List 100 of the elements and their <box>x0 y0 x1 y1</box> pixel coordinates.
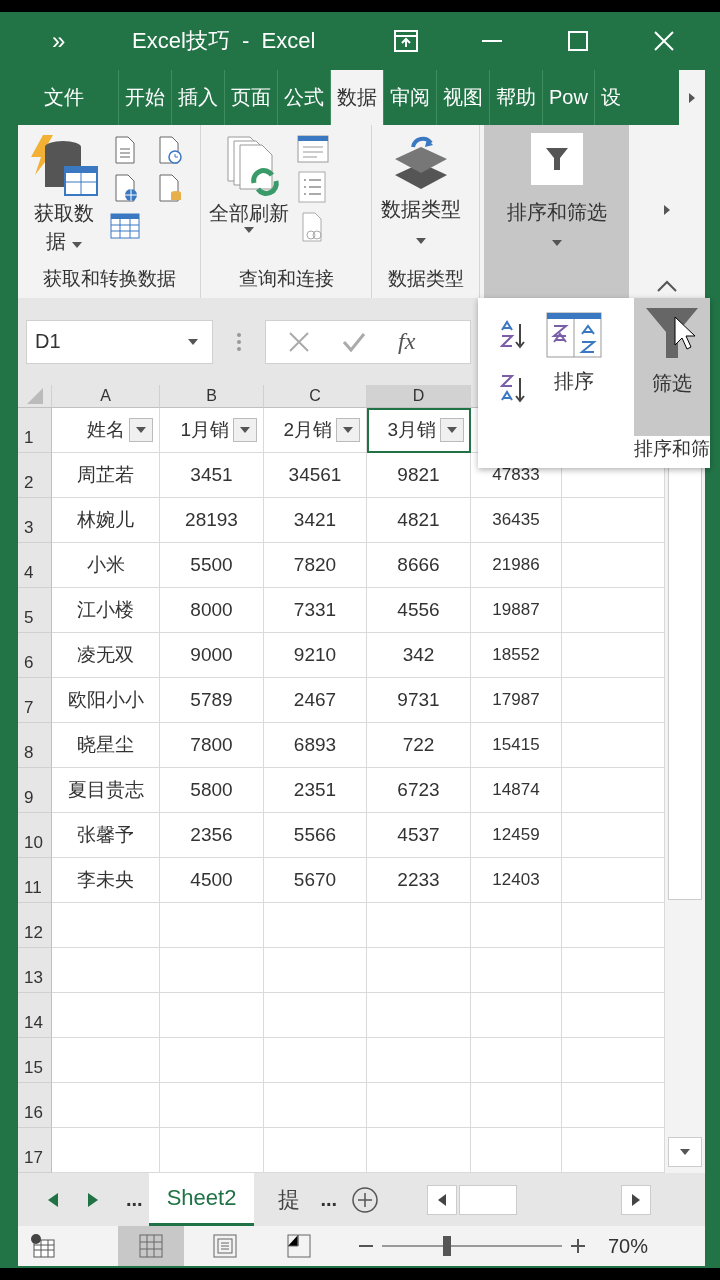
table-cell: 21986 <box>471 543 562 588</box>
caret-icon <box>343 427 353 433</box>
next-sheet-icon[interactable] <box>88 1192 98 1207</box>
filter-icon <box>543 146 570 172</box>
column-header[interactable]: C <box>264 385 367 408</box>
sort-ascending-icon[interactable] <box>500 320 526 350</box>
filter-dropdown[interactable] <box>233 418 257 442</box>
scroll-right-icon[interactable] <box>689 92 695 103</box>
row-header[interactable]: 6 <box>18 633 52 678</box>
table-cell: 4821 <box>367 498 471 543</box>
group-label: 查询和连接 <box>237 267 335 291</box>
zoom-level[interactable]: 70% <box>608 1234 649 1258</box>
table-cell: 9821 <box>367 453 471 498</box>
mouse-cursor-icon <box>674 316 696 350</box>
row-header[interactable]: 12 <box>18 903 52 948</box>
row-header[interactable]: 8 <box>18 723 52 768</box>
macro-icon[interactable] <box>30 1234 56 1258</box>
table-cell: 4500 <box>160 858 264 903</box>
grid-icon <box>139 1234 163 1258</box>
row-header[interactable]: 4 <box>18 543 52 588</box>
row-header[interactable]: 10 <box>18 813 52 858</box>
scroll-right-button[interactable] <box>621 1184 652 1215</box>
table-cell: 12459 <box>471 813 562 858</box>
row-header[interactable]: 3 <box>18 498 52 543</box>
table-cell: 5500 <box>160 543 264 588</box>
sort-descending-icon[interactable] <box>500 374 526 404</box>
data-types-button[interactable]: 数据类型 <box>378 135 464 266</box>
previous-sheet-icon[interactable] <box>48 1192 58 1207</box>
row-header[interactable]: 15 <box>18 1038 52 1083</box>
group-label: 数据类型 <box>386 267 465 291</box>
table-cell: 4556 <box>367 588 471 633</box>
table-cell: 李未央 <box>52 858 160 903</box>
row-header[interactable]: 14 <box>18 993 52 1038</box>
group-label: 获取和转换数据 <box>41 267 177 291</box>
ribbon-tab[interactable]: 数据 <box>330 70 383 125</box>
scrollbar-thumb[interactable] <box>459 1184 518 1215</box>
refresh-all-button[interactable]: 全部刷新 <box>207 135 291 266</box>
ribbon-display-icon[interactable] <box>392 27 420 55</box>
row-header[interactable]: 7 <box>18 678 52 723</box>
table-cell: 18552 <box>471 633 562 678</box>
column-header[interactable]: A <box>52 385 160 408</box>
database-icon <box>29 135 99 199</box>
overflow-menu[interactable]: » <box>52 27 92 55</box>
caret-icon <box>416 238 426 244</box>
row-header[interactable]: 2 <box>18 453 52 498</box>
drag-handle-icon[interactable] <box>237 331 241 352</box>
row-header[interactable]: 1 <box>18 408 52 453</box>
table-cell: 小米 <box>52 543 160 588</box>
left-arrow-icon <box>438 1193 447 1206</box>
column-title: 2月销 <box>283 418 332 442</box>
table-cell: 5566 <box>264 813 367 858</box>
table-cell: 17987 <box>471 678 562 723</box>
zoom-in-icon[interactable] <box>570 1238 586 1254</box>
column-header[interactable]: B <box>160 385 264 408</box>
caret-icon <box>244 227 254 233</box>
column-header[interactable]: D <box>367 385 471 408</box>
group-label: 排序和筛 <box>633 437 710 461</box>
sort-button[interactable]: 排序 <box>540 298 608 436</box>
row-header[interactable]: 9 <box>18 768 52 813</box>
row-header[interactable]: 11 <box>18 858 52 903</box>
table-cell: 9210 <box>264 633 367 678</box>
scroll-right-icon[interactable] <box>664 205 670 215</box>
row-header[interactable]: 5 <box>18 588 52 633</box>
page-icon <box>213 1234 237 1258</box>
caret-icon <box>447 427 457 433</box>
filter-dropdown[interactable] <box>440 418 464 442</box>
sheet-tab[interactable]: Sheet2 <box>148 1173 255 1226</box>
row-header[interactable]: 13 <box>18 948 52 993</box>
sort-filter-group-button[interactable]: 排序和筛选 <box>484 125 629 298</box>
filter-button[interactable]: 筛选 <box>634 298 710 436</box>
table-cell: 3421 <box>264 498 367 543</box>
table-cell: 林婉儿 <box>52 498 160 543</box>
get-data-button[interactable]: 获取数据 <box>24 135 104 266</box>
page-break-icon <box>287 1234 311 1258</box>
scroll-down-button[interactable] <box>668 1137 702 1167</box>
filter-dropdown[interactable] <box>336 418 360 442</box>
column-title: 1月销 <box>180 418 229 442</box>
name-box[interactable]: D1 <box>26 319 213 364</box>
more-sheets[interactable]: ... <box>320 1188 338 1211</box>
table-cell: 7800 <box>160 723 264 768</box>
table-cell: 凌无双 <box>52 633 160 678</box>
add-sheet-icon[interactable] <box>351 1185 380 1214</box>
table-icon[interactable] <box>110 211 140 241</box>
scroll-left-button[interactable] <box>427 1184 458 1215</box>
collapse-ribbon-icon[interactable] <box>657 280 677 292</box>
table-cell: 722 <box>367 723 471 768</box>
table-cell: 12403 <box>471 858 562 903</box>
table-cell: 张馨予 <box>52 813 160 858</box>
table-cell: 5670 <box>264 858 367 903</box>
more-sheets[interactable]: ... <box>126 1188 143 1211</box>
ribbon-tab[interactable]: 文件 <box>38 70 90 125</box>
insert-function-button[interactable]: fx <box>398 328 416 355</box>
column-title: 3月销 <box>387 418 436 442</box>
row-header[interactable]: 17 <box>18 1128 52 1173</box>
table-cell: 15415 <box>471 723 562 768</box>
row-header[interactable]: 16 <box>18 1083 52 1128</box>
table-cell: 7331 <box>264 588 367 633</box>
filter-dropdown[interactable] <box>129 418 153 442</box>
properties-icon[interactable] <box>297 135 329 163</box>
zoom-slider-thumb[interactable] <box>442 1236 451 1256</box>
